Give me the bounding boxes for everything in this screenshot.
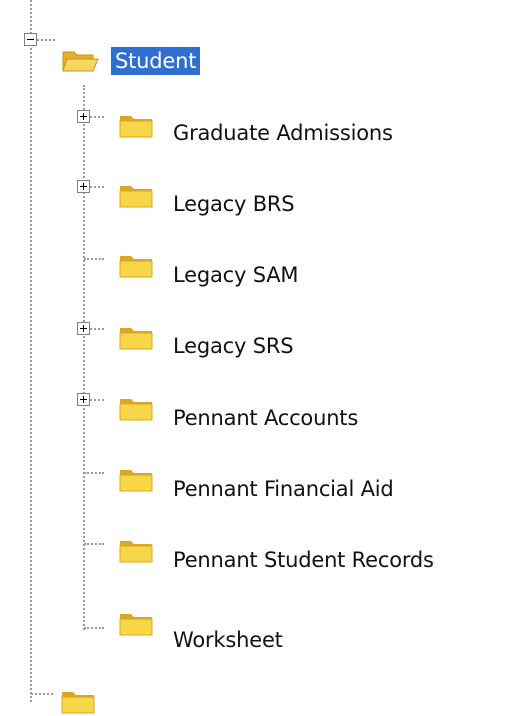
tree-item-pennant-student-records-label[interactable]: Pennant Student Records	[173, 546, 434, 574]
collapse-toggle-student[interactable]	[24, 33, 37, 46]
tree-guide-line-outer	[30, 0, 32, 702]
tree-connector	[84, 543, 104, 545]
tree-item-student-label[interactable]: Student	[111, 47, 201, 75]
folder-tree: Student Graduate Admissions Legacy BRS L…	[0, 0, 507, 714]
folder-icon	[119, 470, 153, 492]
tree-item-pennant-financial-aid-label[interactable]: Pennant Financial Aid	[173, 475, 394, 503]
folder-open-icon	[62, 51, 99, 72]
tree-item-legacy-brs-label[interactable]: Legacy BRS	[173, 190, 295, 218]
tree-connector	[90, 186, 104, 188]
folder-icon	[119, 116, 153, 138]
expand-toggle-graduate-admissions[interactable]	[77, 110, 90, 123]
folder-icon	[119, 186, 153, 208]
expand-toggle-legacy-brs[interactable]	[77, 180, 90, 193]
tree-connector	[84, 258, 104, 260]
tree-item-worksheet-label[interactable]: Worksheet	[173, 626, 283, 654]
folder-icon	[119, 399, 153, 421]
expand-toggle-pennant-accounts[interactable]	[77, 393, 90, 406]
folder-icon	[61, 692, 95, 714]
folder-icon	[119, 328, 153, 350]
tree-connector	[84, 472, 104, 474]
tree-item-pennant-accounts-label[interactable]: Pennant Accounts	[173, 404, 358, 432]
tree-guide-line-inner	[83, 85, 85, 630]
tree-connector	[31, 693, 53, 695]
expand-toggle-legacy-srs[interactable]	[77, 322, 90, 335]
tree-item-legacy-sam-label[interactable]: Legacy SAM	[173, 261, 299, 289]
tree-connector	[84, 627, 104, 629]
tree-connector	[90, 116, 104, 118]
tree-connector	[90, 399, 104, 401]
folder-icon	[119, 256, 153, 278]
folder-icon	[119, 541, 153, 563]
tree-item-graduate-admissions-label[interactable]: Graduate Admissions	[173, 119, 393, 147]
folder-icon	[119, 614, 153, 636]
tree-connector	[90, 328, 104, 330]
tree-connector	[37, 39, 55, 41]
tree-item-legacy-srs-label[interactable]: Legacy SRS	[173, 332, 294, 360]
